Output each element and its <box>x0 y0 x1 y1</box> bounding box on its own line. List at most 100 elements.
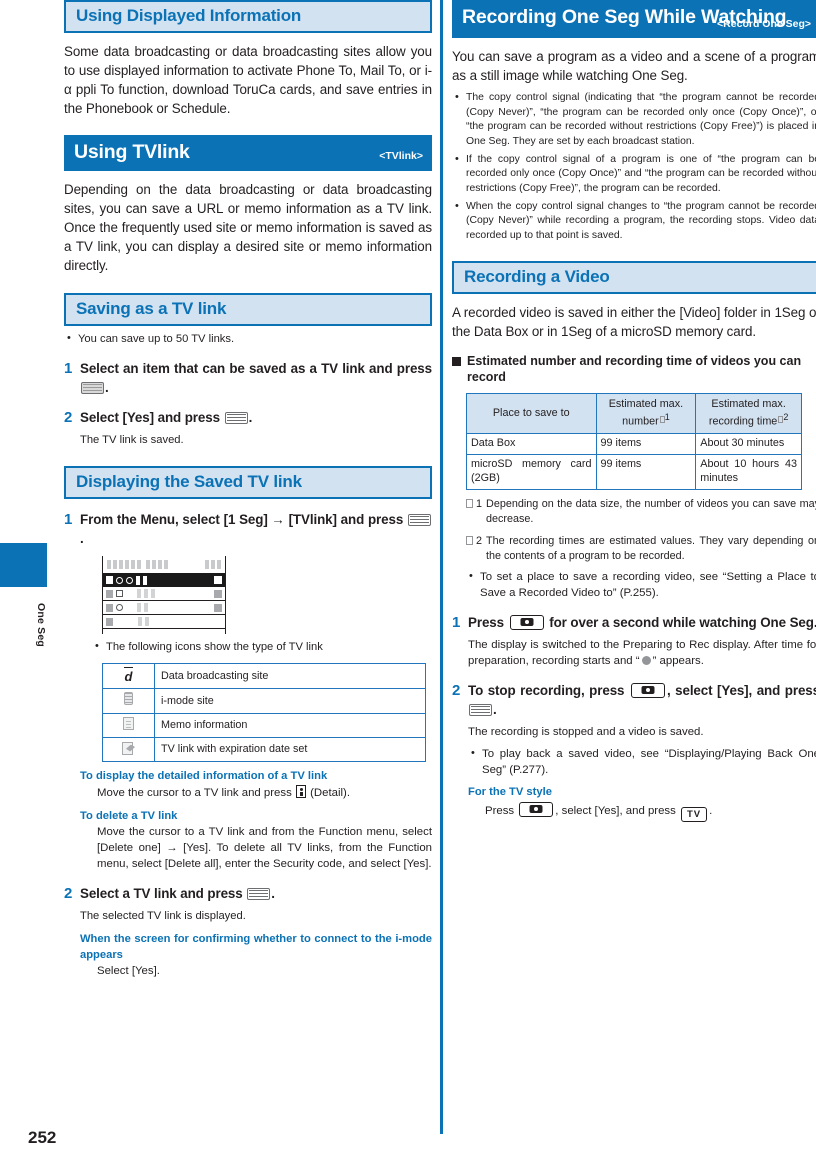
step-number: 1 <box>452 613 461 631</box>
place-to-save-list: To set a place to save a recording video… <box>466 569 816 601</box>
tvlink-paragraph: Depending on the data broadcasting or da… <box>64 181 432 274</box>
status-glyph-group-right <box>205 560 221 570</box>
heading-displaying-saved-tvlink: Displaying the Saved TV link <box>64 465 432 500</box>
camera-key-icon <box>509 614 544 630</box>
heading-using-tvlink: Using TVlink <TVlink> <box>64 134 432 171</box>
step-text-post: . <box>105 379 109 395</box>
video-paragraph: A recorded video is saved in either the … <box>452 305 816 340</box>
cell-recording-time: About 30 minutes <box>695 433 802 456</box>
step-display-1: 1 From the Menu, select [1 Seg] → [TVlin… <box>64 510 432 873</box>
footnote-2-marker: 2 <box>466 534 482 564</box>
table-row: i-mode site <box>102 688 426 714</box>
detail-text-post: (Detail). <box>310 787 351 800</box>
recording-bullet-list: The copy control signal (indicating that… <box>452 90 816 243</box>
footnote-marker-1: 1 <box>664 412 670 423</box>
estimated-subheading-text: Estimated number and recording time of v… <box>467 353 802 385</box>
heading-using-displayed-information: Using Displayed Information <box>64 0 432 34</box>
enter-key-icon <box>81 381 104 394</box>
step-number: 1 <box>64 511 73 529</box>
detail-subheading: To display the detailed information of a… <box>80 769 328 782</box>
footnote-marker-2: 2 <box>783 412 789 423</box>
step-number: 2 <box>64 885 73 903</box>
cell-max-number: 99 items <box>595 454 697 490</box>
enter-key-icon <box>224 411 248 424</box>
camera-key-icon <box>630 682 665 698</box>
estimated-subheading: Estimated number and recording time of v… <box>452 353 816 387</box>
column-header-max-number-text: Estimated max. number <box>608 398 684 428</box>
step-text: From the Menu, select [1 Seg] → [TVlink]… <box>80 510 432 548</box>
delete-subheading: To delete a TV link <box>80 809 178 822</box>
enter-key-icon <box>469 703 492 716</box>
legend-label: Memo information <box>154 712 426 738</box>
heading-using-tvlink-text: Using TVlink <box>74 140 190 163</box>
imode-confirm-subheading: When the screen for confirming whether t… <box>80 933 432 961</box>
list-item: If the copy control signal of a program … <box>452 152 816 196</box>
right-column: Recording One Seg While Watching <Record… <box>452 0 816 822</box>
footnote-1: 1 Depending on the data size, the number… <box>466 497 816 527</box>
step-text-pre: Press <box>468 614 504 630</box>
phone-list-row <box>103 615 225 630</box>
step-result: The recording is stopped and a video is … <box>468 725 704 738</box>
step-result-post: ” appears. <box>652 654 704 667</box>
cell-recording-time: About 10 hours 43 minutes <box>695 454 802 490</box>
legend-label: Data broadcasting site <box>154 662 426 690</box>
legend-label: TV link with expiration date set <box>154 736 426 762</box>
camera-key-icon <box>519 801 554 817</box>
table-row: Data Box 99 items About 30 minutes <box>466 433 802 456</box>
list-item: To play back a saved video, see “Display… <box>468 746 816 778</box>
step-text: Press for over a second while watching O… <box>468 613 816 632</box>
step-number: 1 <box>64 359 73 377</box>
footnote-2: 2 The recording times are estimated valu… <box>466 534 816 564</box>
column-header-max-number: Estimated max. number 1 <box>595 393 697 435</box>
detail-text: Move the cursor to a TV link and press (… <box>97 785 432 802</box>
step-text-b: , select [Yes], and press <box>666 682 816 698</box>
detail-key-icon <box>295 785 306 799</box>
step-text-pre: Select [Yes] and press <box>80 409 220 425</box>
recording-capacity-table: Place to save to Estimated max. number 1 … <box>466 393 802 490</box>
heading-recording-a-video: Recording a Video <box>452 261 816 295</box>
footnote-1-marker: 1 <box>466 497 482 527</box>
step-text-pre: Select a TV link and press <box>80 886 243 902</box>
tv-key-icon: TV <box>680 806 708 822</box>
step-text-c: . <box>493 701 497 717</box>
step-text-post: for over a second while watching One Seg… <box>549 614 816 630</box>
step-text-pre: Select an item that can be saved as a TV… <box>80 360 432 376</box>
column-header-place: Place to save to <box>466 393 597 435</box>
intro-paragraph: Some data broadcasting or data broadcast… <box>64 44 432 117</box>
step-text: Select a TV link and press . <box>80 884 432 903</box>
tvlink-icon-legend-table: d Data broadcasting site i-mode site Mem… <box>102 662 426 762</box>
manual-page: One Seg 252 Using Displayed Information … <box>0 0 816 1162</box>
list-item: You can save up to 50 TV links. <box>64 331 432 347</box>
icons-intro-list: The following icons show the type of TV … <box>92 639 432 655</box>
expiration-date-icon <box>102 736 155 762</box>
page-number: 252 <box>28 1128 57 1147</box>
playback-list: To play back a saved video, see “Display… <box>468 746 816 778</box>
phone-list-row <box>103 587 225 602</box>
list-item: The following icons show the type of TV … <box>92 639 432 655</box>
recording-dot-icon <box>641 655 651 665</box>
table-row: d Data broadcasting site <box>102 662 426 690</box>
heading-using-tvlink-tag: <TVlink> <box>379 150 423 163</box>
side-tab-label: One Seg <box>35 603 47 647</box>
phone-screen-mockup <box>102 556 226 635</box>
step-result: The TV link is saved. <box>80 434 184 446</box>
heading-recording-one-seg: Recording One Seg While Watching <Record… <box>452 0 816 39</box>
heading-saving-as-tvlink: Saving as a TV link <box>64 293 432 327</box>
status-glyph-group-left <box>107 560 168 570</box>
step-text: Select an item that can be saved as a TV… <box>80 359 432 397</box>
table-row: microSD memory card (2GB) 99 items About… <box>466 454 802 490</box>
step-text-a: To stop recording, press <box>468 682 625 698</box>
step-result: The selected TV link is displayed. <box>80 910 246 923</box>
column-divider <box>440 0 443 1134</box>
list-item: To set a place to save a recording video… <box>466 569 816 601</box>
tv-style-text: Press , select [Yes], and press TV. <box>485 801 816 822</box>
tv-style-text-mid: , select [Yes], and press <box>555 804 676 817</box>
step-text-post: . <box>271 886 275 902</box>
tv-style-text-post: . <box>709 804 713 817</box>
enter-key-icon <box>247 888 271 901</box>
phone-status-bar <box>103 556 225 573</box>
footnote-1-text: Depending on the data size, the number o… <box>486 497 816 526</box>
step-text: To stop recording, press , select [Yes],… <box>468 681 816 719</box>
step-number: 2 <box>452 681 461 699</box>
step-text-post: . <box>248 409 253 425</box>
